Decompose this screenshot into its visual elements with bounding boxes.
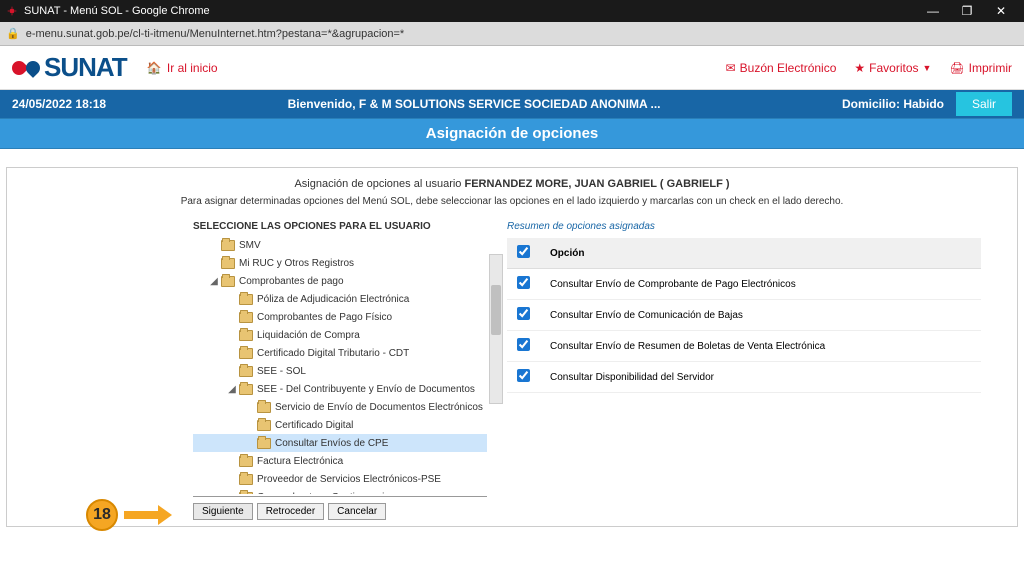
assigned-options-table: Opción Consultar Envío de Comprobante de… bbox=[507, 238, 981, 393]
folder-icon bbox=[257, 420, 271, 431]
option-header: Opción bbox=[540, 238, 981, 269]
app-header: SUNAT 🏠 Ir al inicio ✉ Buzón Electrónico… bbox=[0, 46, 1024, 90]
logo-swirl-icon bbox=[12, 54, 40, 82]
folder-icon bbox=[221, 276, 235, 287]
tree-item[interactable]: SMV bbox=[193, 236, 487, 254]
next-button[interactable]: Siguiente bbox=[193, 503, 253, 520]
maximize-button[interactable]: ❐ bbox=[950, 0, 984, 22]
tree-item[interactable]: Certificado Digital bbox=[193, 416, 487, 434]
star-icon: ★ bbox=[854, 61, 865, 75]
print-label: Imprimir bbox=[969, 61, 1012, 75]
folder-icon bbox=[239, 312, 253, 323]
row-checkbox[interactable] bbox=[517, 338, 530, 351]
favorites-link[interactable]: ★ Favoritos ▼ bbox=[854, 61, 931, 75]
header-checkbox-cell bbox=[507, 238, 540, 269]
close-button[interactable]: ✕ bbox=[984, 0, 1018, 22]
folder-icon bbox=[239, 366, 253, 377]
folder-icon bbox=[257, 438, 271, 449]
options-tree: SMV Mi RUC y Otros Registros ◢Comprobant… bbox=[193, 236, 487, 494]
tree-item[interactable]: Certificado Digital Tributario - CDT bbox=[193, 344, 487, 362]
lock-icon: 🔒 bbox=[6, 27, 20, 40]
option-cell: Consultar Envío de Comunicación de Bajas bbox=[540, 300, 981, 331]
sunat-logo: SUNAT bbox=[12, 52, 127, 83]
folder-icon bbox=[221, 258, 235, 269]
url-text: e-menu.sunat.gob.pe/cl-ti-itmenu/MenuInt… bbox=[26, 28, 1018, 40]
row-checkbox[interactable] bbox=[517, 307, 530, 320]
tree-item[interactable]: SEE - SOL bbox=[193, 362, 487, 380]
option-cell: Consultar Envío de Resumen de Boletas de… bbox=[540, 331, 981, 362]
tree-item[interactable]: Comprobantes de Pago Físico bbox=[193, 308, 487, 326]
tree-item[interactable]: Servicio de Envío de Documentos Electrón… bbox=[193, 398, 487, 416]
mail-icon: ✉ bbox=[726, 61, 736, 75]
home-link[interactable]: 🏠 Ir al inicio bbox=[147, 61, 218, 75]
tree-scrollbar[interactable] bbox=[489, 254, 503, 404]
exit-button[interactable]: Salir bbox=[956, 92, 1012, 116]
datetime-text: 24/05/2022 18:18 bbox=[12, 97, 106, 111]
folder-icon bbox=[239, 384, 253, 395]
table-row: Consultar Envío de Comprobante de Pago E… bbox=[507, 269, 981, 300]
info-bar: 24/05/2022 18:18 Bienvenido, F & M SOLUT… bbox=[0, 90, 1024, 118]
domicile-text: Domicilio: Habido bbox=[842, 97, 944, 111]
favorites-label: Favoritos bbox=[869, 61, 918, 75]
printer-icon: 🖨 bbox=[949, 61, 964, 75]
assign-prefix: Asignación de opciones al usuario bbox=[294, 178, 464, 190]
row-checkbox[interactable] bbox=[517, 369, 530, 382]
brand-text: SUNAT bbox=[44, 52, 127, 83]
tree-item[interactable]: Comprobantes - Contingencia bbox=[193, 488, 487, 494]
step-callout: 18 bbox=[86, 499, 172, 531]
main-panel: Asignación de opciones al usuario FERNAN… bbox=[6, 167, 1018, 527]
folder-icon bbox=[239, 348, 253, 359]
tree-item[interactable]: Liquidación de Compra bbox=[193, 326, 487, 344]
mailbox-label: Buzón Electrónico bbox=[740, 61, 837, 75]
tree-item[interactable]: ◢Comprobantes de pago bbox=[193, 272, 487, 290]
home-icon: 🏠 bbox=[147, 61, 162, 75]
assign-line: Asignación de opciones al usuario FERNAN… bbox=[7, 178, 1017, 190]
home-label: Ir al inicio bbox=[167, 61, 218, 75]
table-row: Consultar Envío de Comunicación de Bajas bbox=[507, 300, 981, 331]
step-number: 18 bbox=[86, 499, 118, 531]
section-title: Asignación de opciones bbox=[0, 118, 1024, 149]
folder-icon bbox=[239, 294, 253, 305]
assign-user: FERNANDEZ MORE, JUAN GABRIEL ( GABRIELF … bbox=[464, 178, 729, 190]
assigned-options-column: Resumen de opciones asignadas Opción Con… bbox=[487, 221, 981, 497]
print-link[interactable]: 🖨 Imprimir bbox=[949, 61, 1012, 75]
assigned-title: Resumen de opciones asignadas bbox=[507, 221, 981, 232]
row-checkbox[interactable] bbox=[517, 276, 530, 289]
tree-item[interactable]: Factura Electrónica bbox=[193, 452, 487, 470]
tree-item[interactable]: Mi RUC y Otros Registros bbox=[193, 254, 487, 272]
address-bar[interactable]: 🔒 e-menu.sunat.gob.pe/cl-ti-itmenu/MenuI… bbox=[0, 22, 1024, 46]
cancel-button[interactable]: Cancelar bbox=[328, 503, 386, 520]
scrollbar-thumb[interactable] bbox=[491, 285, 501, 335]
action-buttons: Siguiente Retroceder Cancelar bbox=[193, 503, 386, 520]
folder-icon bbox=[239, 456, 253, 467]
minimize-button[interactable]: — bbox=[916, 0, 950, 22]
select-all-checkbox[interactable] bbox=[517, 245, 530, 258]
tree-item[interactable]: ◢SEE - Del Contribuyente y Envío de Docu… bbox=[193, 380, 487, 398]
folder-icon bbox=[239, 474, 253, 485]
tree-item[interactable]: Póliza de Adjudicación Electrónica bbox=[193, 290, 487, 308]
tree-item[interactable]: Proveedor de Servicios Electrónicos-PSE bbox=[193, 470, 487, 488]
window-title: SUNAT - Menú SOL - Google Chrome bbox=[24, 5, 916, 17]
options-tree-column: SELECCIONE LAS OPCIONES PARA EL USUARIO … bbox=[7, 221, 487, 497]
folder-icon bbox=[239, 492, 253, 495]
folder-icon bbox=[257, 402, 271, 413]
window-titlebar: SUNAT - Menú SOL - Google Chrome — ❐ ✕ bbox=[0, 0, 1024, 22]
welcome-text: Bienvenido, F & M SOLUTIONS SERVICE SOCI… bbox=[106, 97, 842, 111]
option-cell: Consultar Disponibilidad del Servidor bbox=[540, 362, 981, 393]
table-row: Consultar Envío de Resumen de Boletas de… bbox=[507, 331, 981, 362]
arrow-icon bbox=[124, 506, 172, 524]
window-controls: — ❐ ✕ bbox=[916, 0, 1018, 22]
table-row: Consultar Disponibilidad del Servidor bbox=[507, 362, 981, 393]
folder-icon bbox=[239, 330, 253, 341]
app-icon bbox=[6, 5, 18, 17]
tree-item-selected[interactable]: Consultar Envíos de CPE bbox=[193, 434, 487, 452]
instructions-text: Para asignar determinadas opciones del M… bbox=[7, 196, 1017, 207]
tree-title: SELECCIONE LAS OPCIONES PARA EL USUARIO bbox=[193, 221, 487, 232]
mailbox-link[interactable]: ✉ Buzón Electrónico bbox=[726, 61, 837, 75]
back-button[interactable]: Retroceder bbox=[257, 503, 324, 520]
option-cell: Consultar Envío de Comprobante de Pago E… bbox=[540, 269, 981, 300]
chevron-down-icon: ▼ bbox=[923, 63, 932, 73]
folder-icon bbox=[221, 240, 235, 251]
